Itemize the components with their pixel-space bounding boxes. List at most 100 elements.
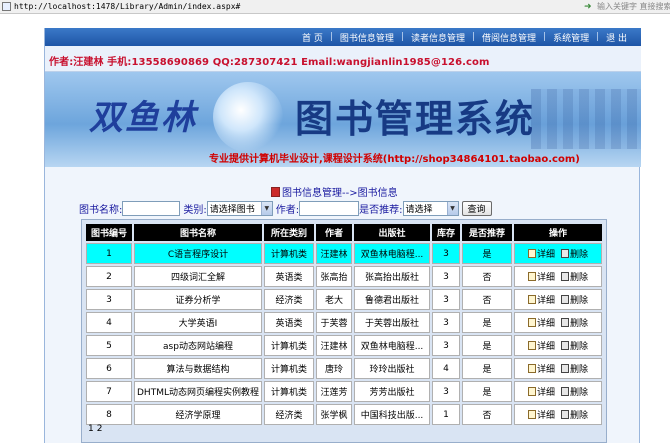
detail-link[interactable]: 详细 [527, 385, 555, 398]
page-icon [2, 2, 11, 11]
breadcrumb-text[interactable]: 图书信息管理-->图书信息 [282, 188, 398, 199]
address-url[interactable]: http://localhost:1478/Library/Admin/inde… [14, 0, 240, 14]
search-form: 图书名称: 类别: 请选择图书 ▼ 作者: 是否推荐: 请选择 ▼ 查询 [79, 200, 492, 216]
header-author: 作者 [316, 224, 352, 241]
delete-label[interactable]: 删除 [570, 385, 588, 398]
delete-link[interactable]: 删除 [561, 339, 588, 352]
chevron-down-icon[interactable]: ▼ [260, 201, 272, 215]
nav-separator: | [471, 32, 475, 42]
table-row[interactable]: 7 DHTML动态网页编程实例教程 计算机类 汪莲芳 芳芳出版社 3 是 详细 删除 [86, 381, 602, 402]
delete-link[interactable]: 删除 [561, 247, 588, 260]
detail-label[interactable]: 详细 [537, 247, 555, 260]
cell-publisher: 芳芳出版社 [354, 381, 430, 402]
nav-logout[interactable]: 退 出 [602, 31, 631, 44]
cell-category: 英语类 [264, 266, 314, 287]
cell-title: 大学英语I [134, 312, 262, 333]
detail-icon [527, 409, 536, 419]
page-link[interactable]: 1 [88, 424, 94, 434]
delete-link[interactable]: 删除 [561, 270, 588, 283]
nav-borrow-management[interactable]: 借阅信息管理 [478, 31, 540, 44]
delete-link[interactable]: 删除 [561, 316, 588, 329]
table-row[interactable]: 6 算法与数据结构 计算机类 唐玲 玲玲出版社 4 是 详细 删除 [86, 358, 602, 379]
detail-link[interactable]: 详细 [527, 362, 555, 375]
delete-label[interactable]: 删除 [570, 293, 588, 306]
detail-link[interactable]: 详细 [527, 247, 555, 260]
detail-link[interactable]: 详细 [527, 408, 555, 421]
detail-link[interactable]: 详细 [527, 316, 555, 329]
table-row[interactable]: 5 asp动态网站编程 计算机类 汪建林 双鱼林电脑程... 3 是 详细 删除 [86, 335, 602, 356]
cell-id: 5 [86, 335, 132, 356]
table-row[interactable]: 3 证券分析学 经济类 老大 鲁德君出版社 3 否详细 删除 [86, 289, 602, 310]
nav-book-management[interactable]: 图书信息管理 [336, 31, 398, 44]
detail-link[interactable]: 详细 [527, 293, 555, 306]
table-row[interactable]: 4 大学英语I 英语类 于芙蓉 于芙蓉出版社 3 是 详细 删除 [86, 312, 602, 333]
go-arrow-icon[interactable]: ➜ [584, 0, 592, 14]
delete-label[interactable]: 删除 [570, 408, 588, 421]
cell-stock: 3 [432, 312, 460, 333]
delete-link[interactable]: 删除 [561, 362, 588, 375]
cell-stock: 1 [432, 404, 460, 425]
recommend-selected: 请选择 [405, 204, 433, 215]
nav-separator: | [329, 32, 333, 42]
breadcrumb: 图书信息管理-->图书信息 [271, 184, 398, 199]
nav-reader-management[interactable]: 读者信息管理 [407, 31, 469, 44]
detail-label[interactable]: 详细 [537, 270, 555, 283]
delete-label[interactable]: 删除 [570, 339, 588, 352]
cell-actions: 详细 删除 [514, 404, 602, 425]
delete-link[interactable]: 删除 [561, 408, 588, 421]
banner-slogan: 专业提供计算机毕业设计,课程设计系统(http://shop34864101.t… [209, 154, 580, 165]
delete-label[interactable]: 删除 [570, 247, 588, 260]
table-row[interactable]: 8 经济学原理 经济类 张学枫 中国科技出版... 1 否 详细 删除 [86, 404, 602, 425]
cell-publisher: 于芙蓉出版社 [354, 312, 430, 333]
cell-actions: 详细 删除 [514, 266, 602, 287]
page-link[interactable]: 2 [97, 424, 103, 434]
title-input[interactable] [122, 200, 181, 216]
search-hint[interactable]: 输入关键字 直接搜索 [597, 0, 670, 14]
delete-label[interactable]: 删除 [570, 316, 588, 329]
cell-author: 汪建林 [316, 243, 352, 264]
cell-title: DHTML动态网页编程实例教程 [134, 381, 262, 402]
delete-icon [561, 409, 569, 419]
recommend-select[interactable]: 请选择 ▼ [402, 200, 459, 216]
cell-category: 计算机类 [264, 335, 314, 356]
address-bar[interactable]: http://localhost:1478/Library/Admin/inde… [0, 0, 670, 14]
main-frame: 首 页 | 图书信息管理 | 读者信息管理 | 借阅信息管理 | 系统管理 | … [44, 28, 641, 443]
cell-author: 汪莲芳 [316, 381, 352, 402]
detail-label[interactable]: 详细 [537, 293, 555, 306]
author-info-bar: 作者:汪建林 手机:13558690869 QQ:287307421 Email… [45, 46, 641, 72]
banner: 双鱼林 图书管理系统 专业提供计算机毕业设计,课程设计系统(http://sho… [45, 72, 641, 167]
nav-home[interactable]: 首 页 [298, 31, 327, 44]
cell-actions: 详细 删除 [514, 312, 602, 333]
delete-link[interactable]: 删除 [561, 385, 588, 398]
query-button[interactable]: 查询 [461, 200, 492, 216]
delete-label[interactable]: 删除 [570, 362, 588, 375]
detail-label[interactable]: 详细 [537, 385, 555, 398]
delete-link[interactable]: 删除 [561, 293, 588, 306]
chevron-down-icon[interactable]: ▼ [446, 201, 458, 215]
banner-logo: 双鱼林 [89, 98, 197, 138]
detail-label[interactable]: 详细 [537, 408, 555, 421]
author-info: 作者:汪建林 手机:13558690869 QQ:287307421 Email… [49, 57, 490, 68]
cell-title: C语言程序设计 [134, 243, 262, 264]
category-select[interactable]: 请选择图书 ▼ [206, 200, 273, 216]
nav-system-management[interactable]: 系统管理 [549, 31, 593, 44]
table-row[interactable]: 1 C语言程序设计 计算机类 汪建林 双鱼林电脑程... 3 是 详细 删除 [86, 243, 602, 264]
detail-link[interactable]: 详细 [527, 270, 555, 283]
cell-stock: 3 [432, 381, 460, 402]
detail-link[interactable]: 详细 [527, 339, 555, 352]
cell-id: 8 [86, 404, 132, 425]
top-nav: 首 页 | 图书信息管理 | 读者信息管理 | 借阅信息管理 | 系统管理 | … [45, 28, 641, 46]
delete-label[interactable]: 删除 [570, 270, 588, 283]
detail-label[interactable]: 详细 [537, 362, 555, 375]
detail-label[interactable]: 详细 [537, 316, 555, 329]
cell-category: 英语类 [264, 312, 314, 333]
detail-label[interactable]: 详细 [537, 339, 555, 352]
table-row[interactable]: 2 四级词汇全解 英语类 张高抬 张高抬出版社 3 否 详细 删除 [86, 266, 602, 287]
nav-separator: | [400, 32, 404, 42]
cell-publisher: 双鱼林电脑程... [354, 335, 430, 356]
detail-icon [527, 386, 536, 396]
detail-icon [527, 317, 536, 327]
cell-recommend: 否 [462, 289, 512, 310]
author-input[interactable] [299, 200, 360, 216]
cell-publisher: 玲玲出版社 [354, 358, 430, 379]
